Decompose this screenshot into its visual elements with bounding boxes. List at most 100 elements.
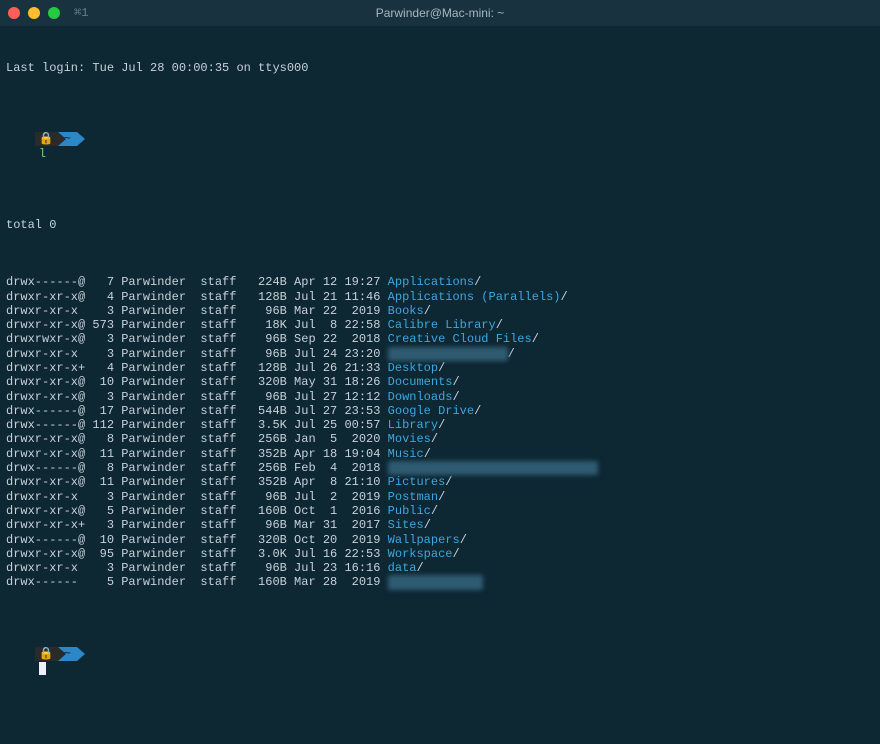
list-item: drwxr-xr-x@ 4 Parwinder staff 128B Jul 2… (6, 290, 874, 304)
list-item: drwxr-xr-x 3 Parwinder staff 96B Jul 23 … (6, 561, 874, 575)
list-item: drwx------@ 112 Parwinder staff 3.5K Jul… (6, 418, 874, 432)
list-item: drwx------ 5 Parwinder staff 160B Mar 28… (6, 575, 874, 589)
list-item: drwxr-xr-x@ 5 Parwinder staff 160B Oct 1… (6, 504, 874, 518)
last-login-line: Last login: Tue Jul 28 00:00:35 on ttys0… (6, 61, 874, 75)
file-name: Downloads (388, 390, 453, 404)
list-item: drwxr-xr-x@ 3 Parwinder staff 96B Jul 27… (6, 390, 874, 404)
file-name: Documents (388, 375, 453, 389)
prompt-segments: 🔒 ~ (35, 647, 85, 661)
dir-suffix: / (452, 547, 459, 561)
dir-suffix: / (474, 275, 481, 289)
dir-suffix: / (438, 418, 445, 432)
prompt-arrow-end-icon (77, 132, 85, 146)
dir-suffix: / (508, 347, 515, 361)
file-name: Postman (388, 490, 438, 504)
file-meta: drwxr-xr-x@ 3 Parwinder staff 96B Jul 27… (6, 390, 388, 404)
tab-shortcut-label: ⌘1 (74, 6, 88, 20)
file-meta: drwxr-xr-x@ 95 Parwinder staff 3.0K Jul … (6, 547, 388, 561)
file-name: Pictures (388, 475, 446, 489)
terminal-viewport[interactable]: Last login: Tue Jul 28 00:00:35 on ttys0… (0, 26, 880, 710)
file-listing: drwx------@ 7 Parwinder staff 224B Apr 1… (6, 275, 874, 590)
prompt-arrow-end-icon (77, 647, 85, 661)
file-name: data (388, 561, 417, 575)
dir-suffix: / (424, 518, 431, 532)
file-name: Applications (388, 275, 474, 289)
window-titlebar: ⌘1 Parwinder@Mac-mini: ~ (0, 0, 880, 26)
lock-icon: 🔒 (35, 647, 58, 661)
minimize-window-button[interactable] (28, 7, 40, 19)
redacted-filename: ████████ (388, 347, 508, 361)
file-meta: drwx------@ 17 Parwinder staff 544B Jul … (6, 404, 388, 418)
dir-suffix: / (438, 490, 445, 504)
lock-icon: 🔒 (35, 132, 58, 146)
file-meta: drwxr-xr-x 3 Parwinder staff 96B Jul 23 … (6, 561, 388, 575)
file-meta: drwxr-xr-x+ 4 Parwinder staff 128B Jul 2… (6, 361, 388, 375)
file-name: Books (388, 304, 424, 318)
dir-suffix: / (424, 304, 431, 318)
list-item: drwxr-xr-x 3 Parwinder staff 96B Jul 24 … (6, 347, 874, 361)
file-meta: drwxr-xr-x@ 5 Parwinder staff 160B Oct 1… (6, 504, 388, 518)
dir-suffix: / (438, 361, 445, 375)
dir-suffix: / (474, 404, 481, 418)
prompt-segments: 🔒 ~ (35, 132, 85, 146)
dir-suffix: / (416, 561, 423, 575)
list-item: drwxr-xr-x+ 4 Parwinder staff 128B Jul 2… (6, 361, 874, 375)
typed-command: l (39, 147, 46, 161)
file-name: Movies (388, 432, 431, 446)
file-name: Applications (Parallels) (388, 290, 561, 304)
dir-suffix: / (445, 475, 452, 489)
dir-suffix: / (424, 447, 431, 461)
file-name: Creative Cloud Files (388, 332, 532, 346)
file-name: Wallpapers (388, 533, 460, 547)
file-meta: drwxr-xr-x 3 Parwinder staff 96B Jul 24 … (6, 347, 388, 361)
redacted-filename: ████████ (388, 461, 598, 475)
dir-suffix: / (452, 375, 459, 389)
file-name: Music (388, 447, 424, 461)
traffic-lights (8, 7, 60, 19)
prompt-arrow-icon (58, 647, 66, 661)
window-title: Parwinder@Mac-mini: ~ (376, 6, 505, 20)
file-meta: drwx------@ 10 Parwinder staff 320B Oct … (6, 533, 388, 547)
file-meta: drwx------@ 112 Parwinder staff 3.5K Jul… (6, 418, 388, 432)
file-meta: drwx------ 5 Parwinder staff 160B Mar 28… (6, 575, 388, 589)
list-item: drwxr-xr-x@ 95 Parwinder staff 3.0K Jul … (6, 547, 874, 561)
redacted-filename: ████████ (388, 575, 483, 589)
list-item: drwxr-xr-x@ 10 Parwinder staff 320B May … (6, 375, 874, 389)
file-meta: drwxr-xr-x@ 11 Parwinder staff 352B Apr … (6, 447, 388, 461)
file-meta: drwx------@ 7 Parwinder staff 224B Apr 1… (6, 275, 388, 289)
prompt-line-2: 🔒 ~ (6, 633, 874, 690)
dir-suffix: / (561, 290, 568, 304)
file-meta: drwxr-xr-x@ 10 Parwinder staff 320B May … (6, 375, 388, 389)
file-meta: drwxr-xr-x 3 Parwinder staff 96B Mar 22 … (6, 304, 388, 318)
file-name: Library (388, 418, 438, 432)
file-name: Sites (388, 518, 424, 532)
dir-suffix: / (460, 533, 467, 547)
file-meta: drwxrwxr-x@ 3 Parwinder staff 96B Sep 22… (6, 332, 388, 346)
dir-suffix: / (532, 332, 539, 346)
list-item: drwxrwxr-x@ 3 Parwinder staff 96B Sep 22… (6, 332, 874, 346)
file-name: Google Drive (388, 404, 474, 418)
list-item: drwx------@ 10 Parwinder staff 320B Oct … (6, 533, 874, 547)
file-meta: drwxr-xr-x@ 573 Parwinder staff 18K Jul … (6, 318, 388, 332)
dir-suffix: / (496, 318, 503, 332)
dir-suffix: / (431, 432, 438, 446)
file-meta: drwxr-xr-x 3 Parwinder staff 96B Jul 2 2… (6, 490, 388, 504)
terminal-cursor[interactable] (39, 662, 46, 675)
file-meta: drwxr-xr-x@ 4 Parwinder staff 128B Jul 2… (6, 290, 388, 304)
list-item: drwxr-xr-x 3 Parwinder staff 96B Jul 2 2… (6, 490, 874, 504)
list-item: drwx------@ 7 Parwinder staff 224B Apr 1… (6, 275, 874, 289)
zoom-window-button[interactable] (48, 7, 60, 19)
list-item: drwx------@ 17 Parwinder staff 544B Jul … (6, 404, 874, 418)
list-item: drwxr-xr-x@ 11 Parwinder staff 352B Apr … (6, 475, 874, 489)
file-meta: drwx------@ 8 Parwinder staff 256B Feb 4… (6, 461, 388, 475)
file-name: Workspace (388, 547, 453, 561)
list-item: drwxr-xr-x@ 11 Parwinder staff 352B Apr … (6, 447, 874, 461)
file-name: Desktop (388, 361, 438, 375)
file-meta: drwxr-xr-x@ 11 Parwinder staff 352B Apr … (6, 475, 388, 489)
list-item: drwxr-xr-x@ 8 Parwinder staff 256B Jan 5… (6, 432, 874, 446)
dir-suffix: / (431, 504, 438, 518)
dir-suffix: / (452, 390, 459, 404)
file-name: Public (388, 504, 431, 518)
list-item: drwx------@ 8 Parwinder staff 256B Feb 4… (6, 461, 874, 475)
close-window-button[interactable] (8, 7, 20, 19)
